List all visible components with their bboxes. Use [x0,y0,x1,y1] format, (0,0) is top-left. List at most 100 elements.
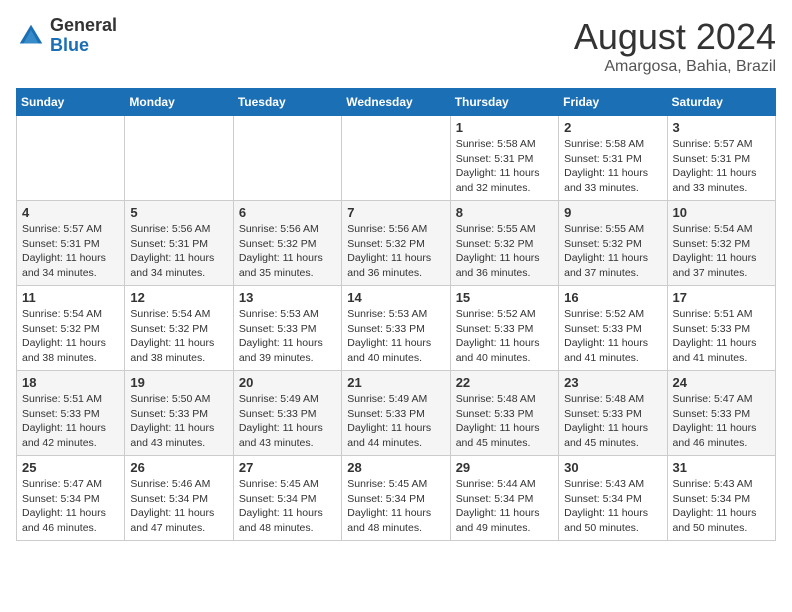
day-info: Sunrise: 5:52 AM Sunset: 5:33 PM Dayligh… [456,307,553,366]
day-number: 7 [347,205,444,220]
calendar-header: SundayMondayTuesdayWednesdayThursdayFrid… [17,89,776,116]
day-number: 31 [673,460,770,475]
day-number: 8 [456,205,553,220]
calendar-week-5: 25Sunrise: 5:47 AM Sunset: 5:34 PM Dayli… [17,456,776,541]
day-number: 21 [347,375,444,390]
weekday-header-saturday: Saturday [667,89,775,116]
day-number: 3 [673,120,770,135]
day-number: 20 [239,375,336,390]
day-info: Sunrise: 5:52 AM Sunset: 5:33 PM Dayligh… [564,307,661,366]
day-number: 6 [239,205,336,220]
day-number: 11 [22,290,119,305]
day-info: Sunrise: 5:44 AM Sunset: 5:34 PM Dayligh… [456,477,553,536]
day-info: Sunrise: 5:58 AM Sunset: 5:31 PM Dayligh… [564,137,661,196]
weekday-header-tuesday: Tuesday [233,89,341,116]
calendar-cell: 27Sunrise: 5:45 AM Sunset: 5:34 PM Dayli… [233,456,341,541]
day-number: 17 [673,290,770,305]
calendar-cell: 13Sunrise: 5:53 AM Sunset: 5:33 PM Dayli… [233,286,341,371]
calendar-table: SundayMondayTuesdayWednesdayThursdayFrid… [16,88,776,541]
calendar-week-4: 18 Sunrise: 5:51 AM Sunset: 5:33 PM Dayli… [17,371,776,456]
day-info: Sunrise: 5:53 AM Sunset: 5:33 PM Dayligh… [347,307,444,366]
logo-icon [16,21,46,51]
calendar-cell: 30 Sunrise: 5:43 AM Sunset: 5:34 PM Dayli… [559,456,667,541]
calendar-cell: 23 Sunrise: 5:48 AM Sunset: 5:33 PM Dayli… [559,371,667,456]
calendar-cell: 8 Sunrise: 5:55 AM Sunset: 5:32 PM Daylig… [450,201,558,286]
weekday-header-wednesday: Wednesday [342,89,450,116]
day-number: 24 [673,375,770,390]
day-info: Sunrise: 5:56 AM Sunset: 5:32 PM Dayligh… [239,222,336,281]
logo-blue-text: Blue [50,36,117,56]
day-number: 9 [564,205,661,220]
calendar-cell: 3 Sunrise: 5:57 AM Sunset: 5:31 PM Daylig… [667,116,775,201]
calendar-cell: 7 Sunrise: 5:56 AM Sunset: 5:32 PM Daylig… [342,201,450,286]
calendar-cell: 18 Sunrise: 5:51 AM Sunset: 5:33 PM Dayli… [17,371,125,456]
calendar-cell: 9Sunrise: 5:55 AM Sunset: 5:32 PM Daylig… [559,201,667,286]
weekday-row: SundayMondayTuesdayWednesdayThursdayFrid… [17,89,776,116]
calendar-cell: 29 Sunrise: 5:44 AM Sunset: 5:34 PM Dayli… [450,456,558,541]
day-number: 26 [130,460,227,475]
calendar-cell: 26Sunrise: 5:46 AM Sunset: 5:34 PM Dayli… [125,456,233,541]
day-info: Sunrise: 5:48 AM Sunset: 5:33 PM Dayligh… [564,392,661,451]
weekday-header-monday: Monday [125,89,233,116]
day-info: Sunrise: 5:45 AM Sunset: 5:34 PM Dayligh… [347,477,444,536]
day-number: 5 [130,205,227,220]
day-number: 29 [456,460,553,475]
day-number: 1 [456,120,553,135]
location-subtitle: Amargosa, Bahia, Brazil [574,58,776,76]
calendar-cell: 2 Sunrise: 5:58 AM Sunset: 5:31 PM Daylig… [559,116,667,201]
day-number: 23 [564,375,661,390]
day-number: 27 [239,460,336,475]
calendar-body: 1 Sunrise: 5:58 AM Sunset: 5:31 PM Daylig… [17,116,776,541]
calendar-cell: 31 Sunrise: 5:43 AM Sunset: 5:34 PM Dayli… [667,456,775,541]
day-number: 13 [239,290,336,305]
day-info: Sunrise: 5:43 AM Sunset: 5:34 PM Dayligh… [673,477,770,536]
day-number: 15 [456,290,553,305]
calendar-cell: 15 Sunrise: 5:52 AM Sunset: 5:33 PM Dayli… [450,286,558,371]
calendar-cell: 28 Sunrise: 5:45 AM Sunset: 5:34 PM Dayli… [342,456,450,541]
day-number: 4 [22,205,119,220]
calendar-week-1: 1 Sunrise: 5:58 AM Sunset: 5:31 PM Daylig… [17,116,776,201]
calendar-cell [125,116,233,201]
day-info: Sunrise: 5:54 AM Sunset: 5:32 PM Dayligh… [130,307,227,366]
calendar-cell: 14 Sunrise: 5:53 AM Sunset: 5:33 PM Dayli… [342,286,450,371]
calendar-cell: 19Sunrise: 5:50 AM Sunset: 5:33 PM Dayli… [125,371,233,456]
day-info: Sunrise: 5:51 AM Sunset: 5:33 PM Dayligh… [22,392,119,451]
day-info: Sunrise: 5:51 AM Sunset: 5:33 PM Dayligh… [673,307,770,366]
calendar-cell [233,116,341,201]
day-number: 2 [564,120,661,135]
day-info: Sunrise: 5:56 AM Sunset: 5:31 PM Dayligh… [130,222,227,281]
calendar-week-3: 11 Sunrise: 5:54 AM Sunset: 5:32 PM Dayli… [17,286,776,371]
day-info: Sunrise: 5:54 AM Sunset: 5:32 PM Dayligh… [673,222,770,281]
calendar-cell: 20 Sunrise: 5:49 AM Sunset: 5:33 PM Dayli… [233,371,341,456]
day-number: 10 [673,205,770,220]
calendar-cell: 17 Sunrise: 5:51 AM Sunset: 5:33 PM Dayli… [667,286,775,371]
day-info: Sunrise: 5:49 AM Sunset: 5:33 PM Dayligh… [239,392,336,451]
calendar-cell: 11 Sunrise: 5:54 AM Sunset: 5:32 PM Dayli… [17,286,125,371]
weekday-header-sunday: Sunday [17,89,125,116]
title-section: August 2024 Amargosa, Bahia, Brazil [574,16,776,76]
day-number: 22 [456,375,553,390]
calendar-cell [17,116,125,201]
month-year-title: August 2024 [574,16,776,58]
day-info: Sunrise: 5:55 AM Sunset: 5:32 PM Dayligh… [456,222,553,281]
weekday-header-friday: Friday [559,89,667,116]
calendar-cell: 24Sunrise: 5:47 AM Sunset: 5:33 PM Dayli… [667,371,775,456]
calendar-cell: 5 Sunrise: 5:56 AM Sunset: 5:31 PM Daylig… [125,201,233,286]
day-info: Sunrise: 5:47 AM Sunset: 5:34 PM Dayligh… [22,477,119,536]
day-number: 30 [564,460,661,475]
weekday-header-thursday: Thursday [450,89,558,116]
calendar-cell: 4Sunrise: 5:57 AM Sunset: 5:31 PM Daylig… [17,201,125,286]
calendar-cell: 10 Sunrise: 5:54 AM Sunset: 5:32 PM Dayli… [667,201,775,286]
day-number: 28 [347,460,444,475]
day-number: 14 [347,290,444,305]
day-number: 16 [564,290,661,305]
day-info: Sunrise: 5:50 AM Sunset: 5:33 PM Dayligh… [130,392,227,451]
day-info: Sunrise: 5:57 AM Sunset: 5:31 PM Dayligh… [673,137,770,196]
day-info: Sunrise: 5:54 AM Sunset: 5:32 PM Dayligh… [22,307,119,366]
calendar-cell: 25Sunrise: 5:47 AM Sunset: 5:34 PM Dayli… [17,456,125,541]
day-info: Sunrise: 5:43 AM Sunset: 5:34 PM Dayligh… [564,477,661,536]
day-info: Sunrise: 5:49 AM Sunset: 5:33 PM Dayligh… [347,392,444,451]
page-header: General Blue August 2024 Amargosa, Bahia… [16,16,776,76]
day-number: 18 [22,375,119,390]
day-info: Sunrise: 5:56 AM Sunset: 5:32 PM Dayligh… [347,222,444,281]
